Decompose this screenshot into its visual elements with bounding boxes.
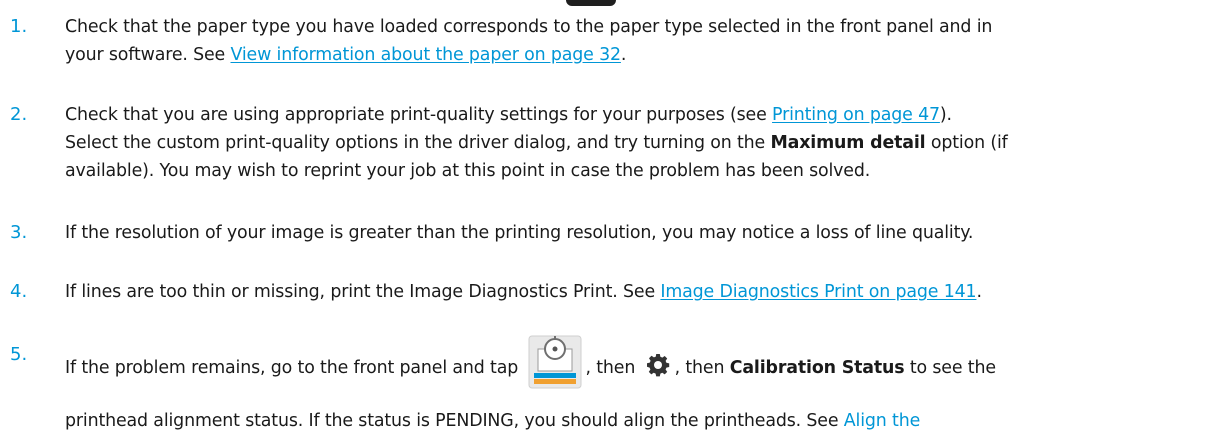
text-span: If lines are too thin or missing, print … <box>65 282 661 302</box>
step-text-line: If the resolution of your image is great… <box>65 223 974 243</box>
text-span: your software. See <box>65 45 231 65</box>
calibration-status-term: Calibration Status <box>729 358 905 378</box>
image-diagnostics-link[interactable]: Image Diagnostics Print on page 141 <box>660 282 976 302</box>
step-text: Check that you are using appropriate pri… <box>65 101 1202 185</box>
step-text-line: If the problem remains, go to the front … <box>65 335 1202 395</box>
text-span: Select the custom print-quality options … <box>65 133 771 153</box>
step-text-line: Check that the paper type you have loade… <box>65 17 993 37</box>
clipped-icon-fragment <box>566 0 616 6</box>
step-text-line: your software. See View information abou… <box>65 41 1202 69</box>
printing-link[interactable]: Printing on page 47 <box>772 105 940 125</box>
step-number: 1. <box>10 16 28 37</box>
step-number: 5. <box>10 344 28 365</box>
image-quality-panel-icon <box>528 335 582 389</box>
step-number: 3. <box>10 222 28 243</box>
step-text-line: Check that you are using appropriate pri… <box>65 101 1202 129</box>
step-text-line: If lines are too thin or missing, print … <box>65 278 1202 306</box>
text-span: . <box>620 45 627 65</box>
text-span: ). <box>939 105 952 125</box>
step-text: Check that the paper type you have loade… <box>65 13 1202 69</box>
step-text: If lines are too thin or missing, print … <box>65 278 1202 306</box>
text-span: . <box>976 282 982 302</box>
text-span: If the problem remains, go to the front … <box>65 358 524 378</box>
settings-gear-icon <box>646 353 670 377</box>
text-span: option (if <box>925 133 1008 153</box>
text-span: Check that you are using appropriate pri… <box>65 105 773 125</box>
step-text-line: Select the custom print-quality options … <box>65 129 1202 157</box>
text-span: , then <box>585 358 641 378</box>
step-text: If the resolution of your image is great… <box>65 219 1202 247</box>
maximum-detail-term: Maximum detail <box>770 133 926 153</box>
step-text: If the problem remains, go to the front … <box>65 335 1202 435</box>
text-span: to see the <box>904 358 996 378</box>
text-span: , then <box>674 358 730 378</box>
step-text-line: printhead alignment status. If the statu… <box>65 407 1202 435</box>
text-span: printhead alignment status. If the statu… <box>65 411 844 431</box>
step-text-line: available). You may wish to reprint your… <box>65 161 871 181</box>
step-number: 2. <box>10 104 28 125</box>
paper-info-link[interactable]: View information about the paper on page… <box>231 45 622 65</box>
step-number: 4. <box>10 281 28 302</box>
align-printheads-link[interactable]: Align the <box>844 411 920 431</box>
